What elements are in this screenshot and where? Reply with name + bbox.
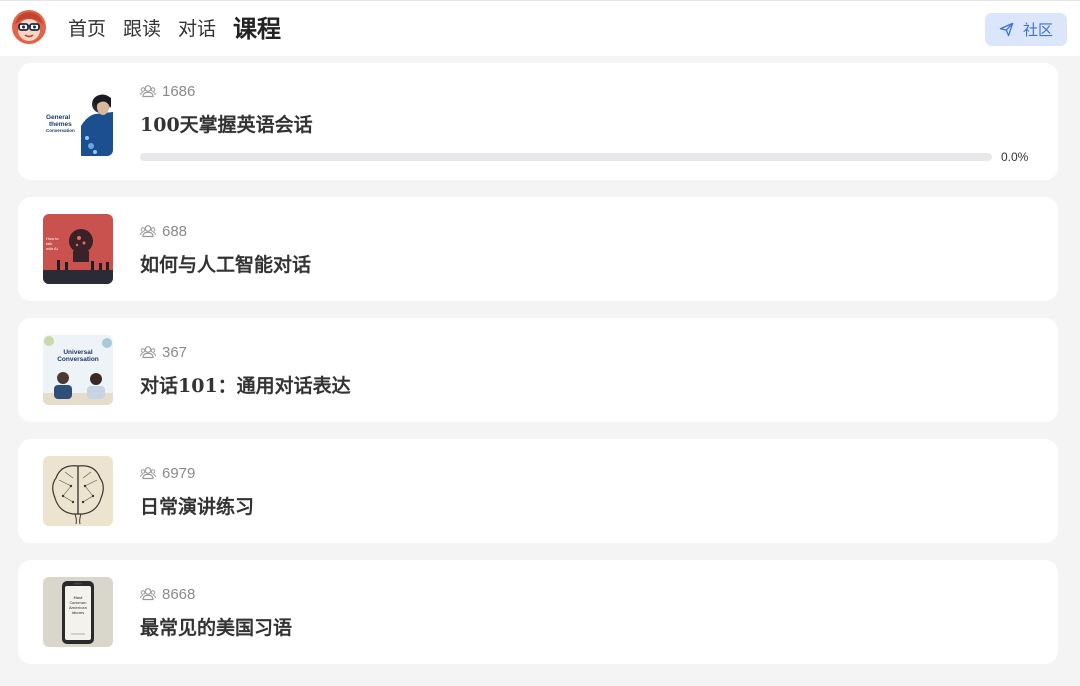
users-icon <box>140 467 156 480</box>
course-meta: 367 对话101：通用对话表达 <box>140 344 351 398</box>
course-meta: 8668 最常见的美国习语 <box>140 586 292 640</box>
top-bar: 首页 跟读 对话 课程 社区 <box>0 0 1080 56</box>
course-list: General themes Conversation 1686 100天掌握英… <box>18 63 1058 681</box>
phone-idioms-cover-icon: Most Common American Idioms <box>43 577 113 647</box>
community-button[interactable]: 社区 <box>985 13 1067 46</box>
nav-home[interactable]: 首页 <box>68 1 106 57</box>
course-title: 日常演讲练习 <box>140 496 255 518</box>
learners-number: 688 <box>162 222 188 240</box>
progress-bar <box>140 153 992 161</box>
course-card[interactable]: Universal Conversation 367 对话101：通用对话表达 <box>18 318 1058 422</box>
nav-dialogue[interactable]: 对话 <box>178 1 216 57</box>
course-title: 最常见的美国习语 <box>140 617 293 639</box>
brain-sketch-cover-icon <box>43 456 113 526</box>
app-logo-icon[interactable] <box>11 9 47 45</box>
cover-text: Idioms <box>72 610 85 615</box>
learners-number: 6979 <box>162 464 196 482</box>
course-card[interactable]: 6979 日常演讲练习 <box>18 439 1058 543</box>
course-title: 如何与人工智能对话 <box>140 254 312 276</box>
general-themes-conversation-cover-icon: General themes Conversation <box>43 86 113 156</box>
cover-text: Conversation <box>57 356 99 363</box>
learners-count: 688 <box>140 222 311 240</box>
course-meta: 688 如何与人工智能对话 <box>140 223 311 277</box>
cover-text: Conversation <box>46 128 75 133</box>
users-icon <box>140 588 156 601</box>
cover-text: with AI <box>46 246 58 251</box>
cover-text: General <box>46 114 70 121</box>
universal-conversation-cover-icon: Universal Conversation <box>43 335 113 405</box>
cover-text: themes <box>49 121 72 128</box>
nav-courses[interactable]: 课程 <box>233 1 281 57</box>
nav-shadowing[interactable]: 跟读 <box>123 1 161 57</box>
progress-percent: 0.0% <box>1001 150 1029 164</box>
course-meta: 6979 日常演讲练习 <box>140 465 254 519</box>
course-title: 100天掌握英语会话 <box>140 114 313 136</box>
learners-count: 367 <box>140 343 351 361</box>
users-icon <box>140 225 156 238</box>
course-title: 对话101：通用对话表达 <box>140 375 351 397</box>
learners-count: 6979 <box>140 464 254 482</box>
users-icon <box>140 346 156 359</box>
course-card[interactable]: How to talk with AI 688 如何与人工智能对话 <box>18 197 1058 301</box>
ai-conversation-cover-icon: How to talk with AI <box>43 214 113 284</box>
users-icon <box>140 85 156 98</box>
learners-number: 1686 <box>162 82 196 100</box>
learners-number: 8668 <box>162 585 196 603</box>
course-card[interactable]: General themes Conversation 1686 100天掌握英… <box>18 63 1058 180</box>
course-card[interactable]: Most Common American Idioms 8668 最常见的美国习… <box>18 560 1058 664</box>
course-meta: 1686 100天掌握英语会话 <box>140 83 313 137</box>
main-nav: 首页 跟读 对话 课程 <box>68 1 298 57</box>
community-label: 社区 <box>1022 21 1053 39</box>
learners-count: 1686 <box>140 82 313 100</box>
learners-count: 8668 <box>140 585 292 603</box>
course-progress: 0.0% <box>140 150 1040 164</box>
send-icon <box>999 22 1014 37</box>
learners-number: 367 <box>162 343 188 361</box>
cover-text: Universal <box>63 349 92 356</box>
